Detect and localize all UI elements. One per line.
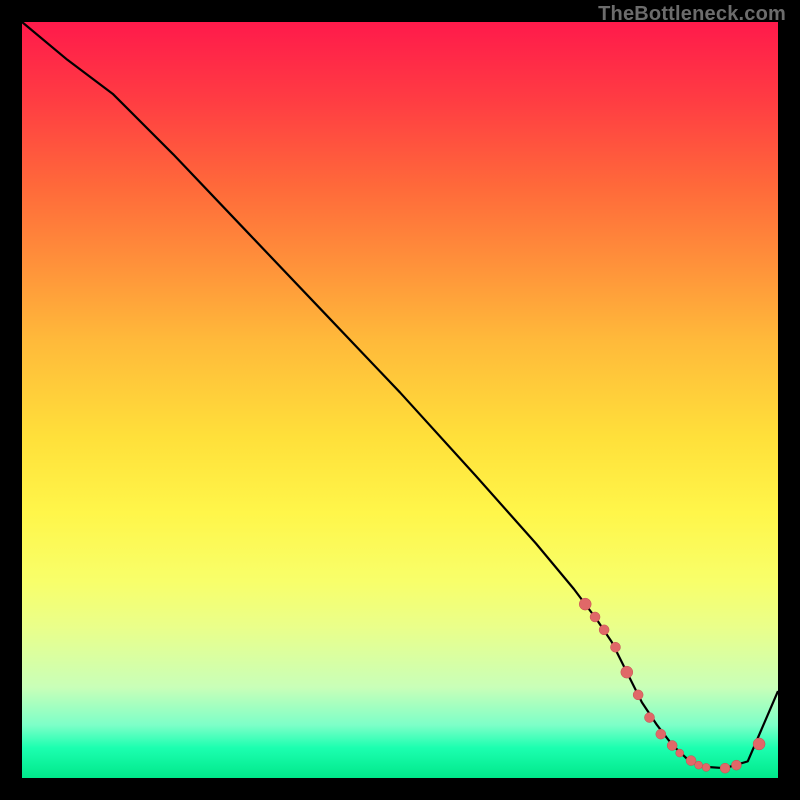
watermark-text: TheBottleneck.com [598,4,786,24]
highlight-dot [656,729,666,739]
plot-area [22,22,778,778]
highlight-dots [579,598,765,773]
highlight-dot [579,598,591,610]
highlight-dot [599,625,609,635]
highlight-dot [590,612,600,622]
highlight-dot [695,761,703,769]
highlight-dot [621,666,633,678]
highlight-dot [731,760,741,770]
highlight-dot [644,713,654,723]
highlight-dot [667,740,677,750]
highlight-dot [633,690,643,700]
main-curve [22,22,778,768]
highlight-dot [753,738,765,750]
highlight-dot [702,763,710,771]
highlight-dot [610,642,620,652]
curve-svg [22,22,778,778]
highlight-dot [676,749,684,757]
highlight-dot [720,763,730,773]
chart-stage: TheBottleneck.com [0,0,800,800]
